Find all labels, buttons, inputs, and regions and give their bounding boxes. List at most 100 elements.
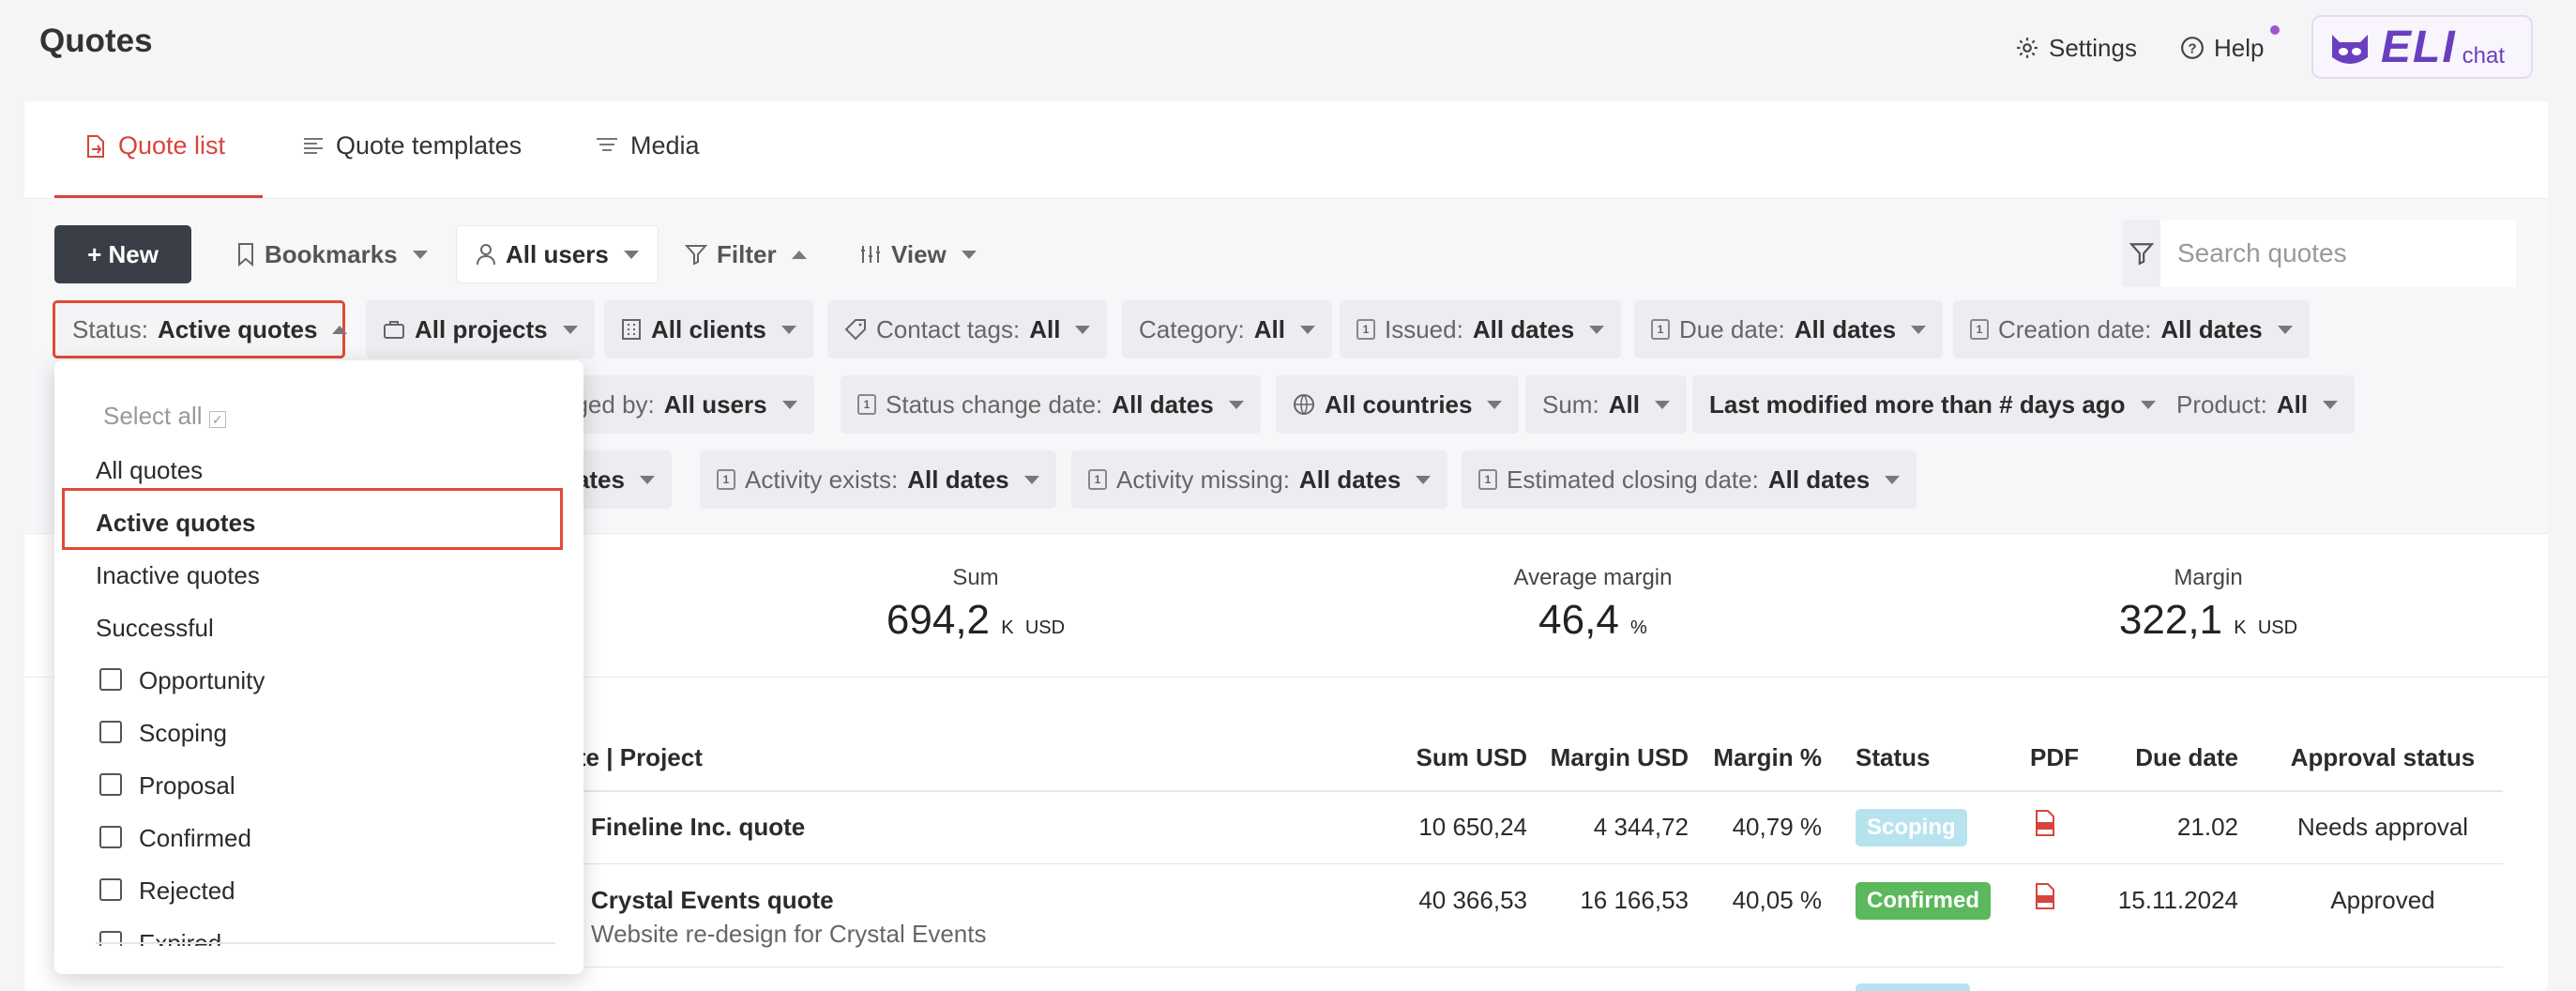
col-margin-usd[interactable]: Margin USD — [1538, 743, 1689, 772]
issued-filter[interactable]: 1 Issued: All dates — [1340, 300, 1622, 358]
tab-media[interactable]: Media — [595, 131, 700, 160]
chip-label: Creation date: — [1998, 314, 2152, 343]
activity-exists-filter[interactable]: 1 Activity exists: All dates — [700, 450, 1056, 509]
checkbox-proposal[interactable] — [99, 773, 122, 796]
option-successful[interactable]: Successful — [96, 614, 214, 643]
checkbox-confirmed[interactable] — [99, 826, 122, 848]
row-quote-name[interactable]: Crystal Events quote — [591, 886, 834, 915]
category-filter[interactable]: Category: All — [1122, 300, 1332, 358]
row-project-name[interactable]: Website re-design for Crystal Events — [591, 920, 986, 949]
chevron-up-icon — [791, 250, 807, 259]
col-sum-usd[interactable]: Sum USD — [1356, 743, 1527, 772]
chip-label: Activity exists: — [745, 465, 899, 494]
help-button[interactable]: ? Help — [2180, 26, 2264, 69]
chip-value: All dates — [1767, 465, 1871, 494]
stat-unit: % — [1630, 617, 1647, 638]
chip-value: All — [1253, 314, 1285, 343]
tab-quote-templates[interactable]: Quote templates — [302, 131, 522, 160]
chevron-down-icon — [623, 250, 639, 259]
check-icon: ✓ — [208, 411, 226, 428]
chip-value: Active quotes — [157, 314, 318, 343]
option-active-quotes[interactable]: Active quotes — [96, 509, 256, 538]
pdf-button[interactable] — [2034, 882, 2056, 915]
globe-icon — [1294, 394, 1314, 415]
new-quote-button[interactable]: + New — [54, 225, 191, 283]
status-change-date-filter[interactable]: 1 Status change date: All dates — [841, 375, 1261, 434]
question-circle-icon: ? — [2181, 37, 2204, 59]
tab-quote-list[interactable]: Quote list — [84, 131, 225, 160]
option-confirmed[interactable]: Confirmed — [139, 824, 251, 853]
row-approval: Needs approval — [2296, 813, 2469, 841]
pdf-button[interactable] — [2034, 809, 2056, 842]
row-due-date: 21.02 — [2176, 813, 2238, 841]
search-input[interactable] — [2160, 220, 2516, 287]
option-inactive-quotes[interactable]: Inactive quotes — [96, 561, 260, 590]
chip-value: All — [1029, 314, 1061, 343]
user-icon — [477, 244, 495, 266]
checkbox-opportunity[interactable] — [99, 668, 122, 691]
sum-filter[interactable]: Sum: All — [1525, 375, 1687, 434]
stat-number: 322,1 — [2118, 597, 2223, 643]
bookmarks-dropdown[interactable]: Bookmarks — [218, 225, 447, 283]
chevron-up-icon — [332, 325, 348, 334]
chip-value: Last modified more than # days ago — [1709, 389, 2126, 419]
option-rejected[interactable]: Rejected — [139, 877, 235, 906]
projects-filter[interactable]: All projects — [366, 300, 595, 358]
select-all-label: Select all — [103, 402, 203, 430]
settings-button[interactable]: Settings — [2015, 26, 2137, 69]
option-scoping[interactable]: Scoping — [139, 719, 227, 748]
estimated-closing-filter[interactable]: 1 Estimated closing date: All dates — [1462, 450, 1917, 509]
building-icon — [622, 319, 641, 340]
chevron-down-icon — [1416, 475, 1432, 484]
option-proposal[interactable]: Proposal — [139, 771, 235, 800]
col-quote-project[interactable]: ote | Project — [563, 743, 703, 772]
select-all-option[interactable]: Select all ✓ — [103, 402, 226, 431]
stat-average-margin-value: 46,4 % — [1405, 597, 1780, 644]
status-badge: Confirmed — [1856, 882, 1991, 920]
chip-label: Product: — [2176, 389, 2267, 419]
checkbox-rejected[interactable] — [99, 878, 122, 901]
tab-label: Quote list — [118, 131, 226, 160]
dropdown-footer — [54, 946, 583, 974]
chip-label: Status change date: — [886, 389, 1103, 419]
changed-by-filter[interactable]: nged by: All users — [544, 375, 814, 434]
product-filter[interactable]: Product: All — [2159, 375, 2356, 434]
creation-date-filter[interactable]: 1 Creation date: All dates — [1953, 300, 2310, 358]
row-quote-name[interactable]: Fineline Inc. quote — [591, 813, 805, 842]
activity-missing-filter[interactable]: 1 Activity missing: All dates — [1071, 450, 1448, 509]
col-approval-status[interactable]: Approval status — [2289, 743, 2477, 772]
view-dropdown[interactable]: View — [841, 225, 995, 283]
checkbox-scoping[interactable] — [99, 721, 122, 743]
chevron-down-icon — [1654, 400, 1670, 409]
pdf-icon — [2036, 810, 2054, 836]
col-due-date[interactable]: Due date — [2111, 743, 2238, 772]
chevron-down-icon — [1911, 325, 1927, 334]
stat-unit: USD — [2257, 617, 2298, 638]
stat-average-margin-label: Average margin — [1513, 565, 1673, 590]
users-label: All users — [506, 239, 609, 268]
last-modified-filter[interactable]: Last modified more than # days ago — [1692, 375, 2173, 434]
calendar-icon: 1 — [857, 394, 876, 415]
chevron-down-icon — [781, 400, 797, 409]
users-dropdown[interactable]: All users — [456, 225, 659, 283]
chevron-down-icon — [1299, 325, 1315, 334]
chevron-down-icon — [1487, 400, 1503, 409]
chip-label: Due date: — [1679, 314, 1785, 343]
contact-tags-filter[interactable]: Contact tags: All — [827, 300, 1108, 358]
chip-label: Activity missing: — [1116, 465, 1290, 494]
option-opportunity[interactable]: Opportunity — [139, 666, 265, 695]
eli-chat-button[interactable]: ELI chat — [2311, 15, 2533, 79]
filter-toggle[interactable]: Filter — [666, 225, 826, 283]
view-label: View — [891, 239, 947, 268]
col-status[interactable]: Status — [1856, 743, 1930, 772]
quote-doc-icon — [87, 134, 104, 158]
clients-filter[interactable]: All clients — [604, 300, 813, 358]
countries-filter[interactable]: All countries — [1276, 375, 1520, 434]
col-margin-pct[interactable]: Margin % — [1698, 743, 1822, 772]
status-filter[interactable]: Status: Active quotes — [53, 300, 348, 358]
option-all-quotes[interactable]: All quotes — [96, 456, 203, 485]
due-date-filter[interactable]: 1 Due date: All dates — [1634, 300, 1944, 358]
chip-label: Contact tags: — [876, 314, 1021, 343]
col-pdf[interactable]: PDF — [2030, 743, 2079, 772]
search-filter-button[interactable] — [2122, 220, 2160, 287]
